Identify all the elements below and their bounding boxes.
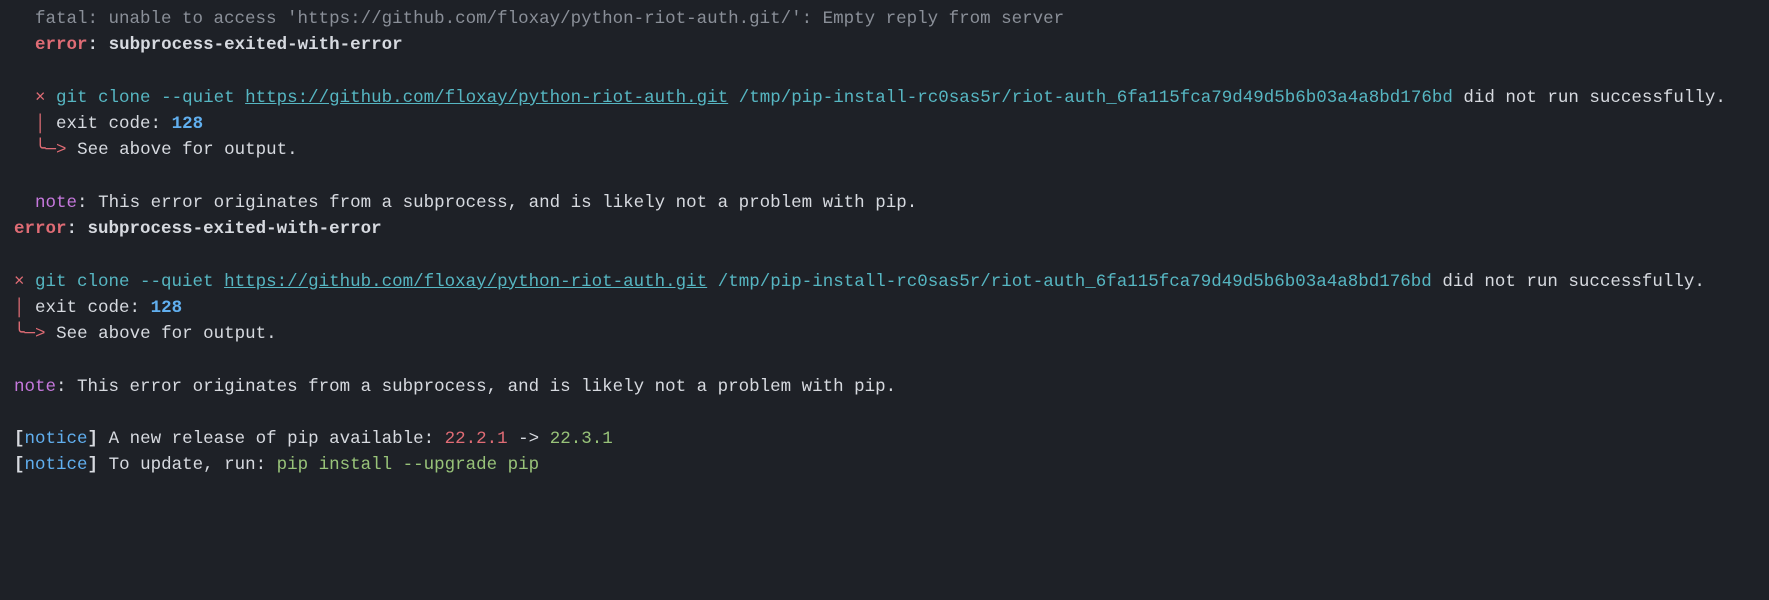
error-label: error: [35, 35, 88, 55]
old-version: 22.2.1: [445, 429, 508, 449]
error-msg: subprocess-exited-with-error: [109, 35, 403, 55]
note-text-2: This error originates from a subprocess,…: [77, 377, 896, 397]
exit-code-2: 128: [151, 298, 183, 318]
git-url-2: https://github.com/floxay/python-riot-au…: [224, 272, 707, 292]
notice-2a: To update, run:: [109, 455, 267, 475]
exit-code: 128: [172, 114, 204, 134]
arrow-char-2: ╰─>: [14, 324, 46, 344]
not-success-2: did not run successfully.: [1432, 272, 1705, 292]
exit-label: exit code:: [56, 114, 161, 134]
cross-icon-2: ×: [14, 272, 25, 292]
cmd-git-2: git clone --quiet: [35, 272, 214, 292]
cmd-git: git clone --quiet: [56, 88, 235, 108]
exit-label-2: exit code:: [35, 298, 140, 318]
git-path: /tmp/pip-install-rc0sas5r/riot-auth_6fa1…: [739, 88, 1453, 108]
note-label: note: [35, 193, 77, 213]
git-path-2: /tmp/pip-install-rc0sas5r/riot-auth_6fa1…: [718, 272, 1432, 292]
terminal-output: fatal: unable to access 'https://github.…: [14, 6, 1755, 479]
pipe-char-2: │: [14, 298, 25, 318]
notice-1a: A new release of pip available:: [109, 429, 435, 449]
pipe-char: │: [35, 114, 46, 134]
fatal-line: fatal: unable to access 'https://github.…: [14, 9, 1064, 29]
arrow-char: ╰─>: [35, 140, 67, 160]
notice-label-2: notice: [25, 455, 88, 475]
note-label-2: note: [14, 377, 56, 397]
error-colon: :: [88, 35, 99, 55]
note-text: This error originates from a subprocess,…: [98, 193, 917, 213]
new-version: 22.3.1: [550, 429, 613, 449]
bracket-open: [: [14, 429, 25, 449]
see-above: See above for output.: [77, 140, 298, 160]
notice-label: notice: [25, 429, 88, 449]
git-url: https://github.com/floxay/python-riot-au…: [245, 88, 728, 108]
upgrade-cmd: pip install --upgrade pip: [277, 455, 540, 475]
see-above-2: See above for output.: [56, 324, 277, 344]
error-label-2: error: [14, 219, 67, 239]
error-msg-2: subprocess-exited-with-error: [88, 219, 382, 239]
bracket-open-2: [: [14, 455, 25, 475]
arrow-sep: ->: [518, 429, 539, 449]
not-success: did not run successfully.: [1453, 88, 1726, 108]
cross-icon: ×: [35, 88, 46, 108]
